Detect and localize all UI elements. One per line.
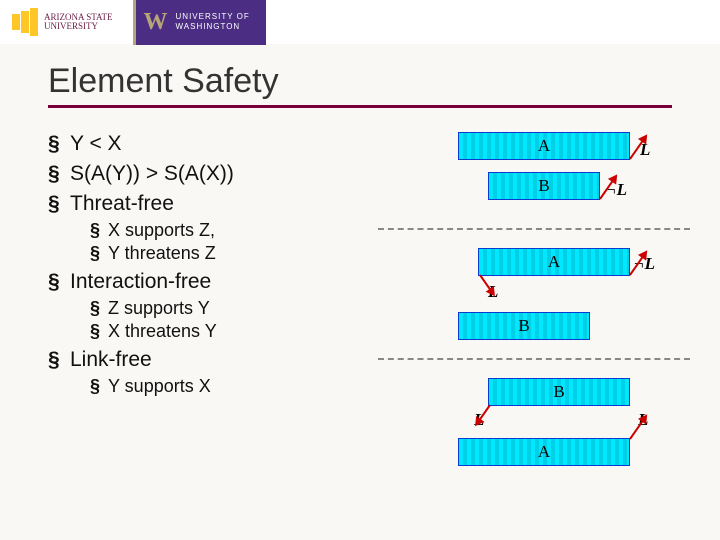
bullet-threat-free: Threat-free X supports Z, Y threatens Z [48, 192, 378, 264]
divider-1 [378, 228, 690, 230]
box-b-3: B [488, 378, 630, 406]
asu-line2: UNIVERSITY [44, 22, 113, 31]
bullet-link-free: Link-free Y supports X [48, 348, 378, 397]
bullet-y-supports-x: Y supports X [70, 376, 378, 397]
bullet-yx: Y < X [48, 132, 378, 156]
bullet-x-supports-z: X supports Z, [70, 220, 378, 241]
box-b-1: B [488, 172, 600, 200]
box-a-1: A [458, 132, 630, 160]
box-a-2: A [478, 248, 630, 276]
uw-logo: W UNIVERSITY OF WASHINGTON [133, 0, 266, 45]
uw-over: UNIVERSITY OF [176, 12, 250, 22]
divider-2 [378, 358, 690, 360]
bullet-z-supports-y: Z supports Y [70, 298, 378, 319]
box-b-2: B [458, 312, 590, 340]
logo-header: ARIZONA STATE UNIVERSITY W UNIVERSITY OF… [0, 0, 720, 44]
bullet-interaction-free: Interaction-free Z supports Y X threaten… [48, 270, 378, 342]
diagram-column: A B L L A B L L B A L L [378, 132, 710, 403]
title-underline [48, 105, 672, 108]
uw-name: WASHINGTON [176, 22, 250, 32]
uw-w-icon: W [144, 9, 168, 36]
asu-logo: ARIZONA STATE UNIVERSITY [12, 8, 113, 36]
bullet-say: S(A(Y)) > S(A(X)) [48, 162, 378, 186]
bullet-x-threatens-y: X threatens Y [70, 321, 378, 342]
box-a-3: A [458, 438, 630, 466]
bullet-column: Y < X S(A(Y)) > S(A(X)) Threat-free X su… [48, 132, 378, 403]
asu-sunburst-icon [12, 8, 38, 36]
bullet-y-threatens-z: Y threatens Z [70, 243, 378, 264]
slide-title: Element Safety [48, 62, 672, 105]
